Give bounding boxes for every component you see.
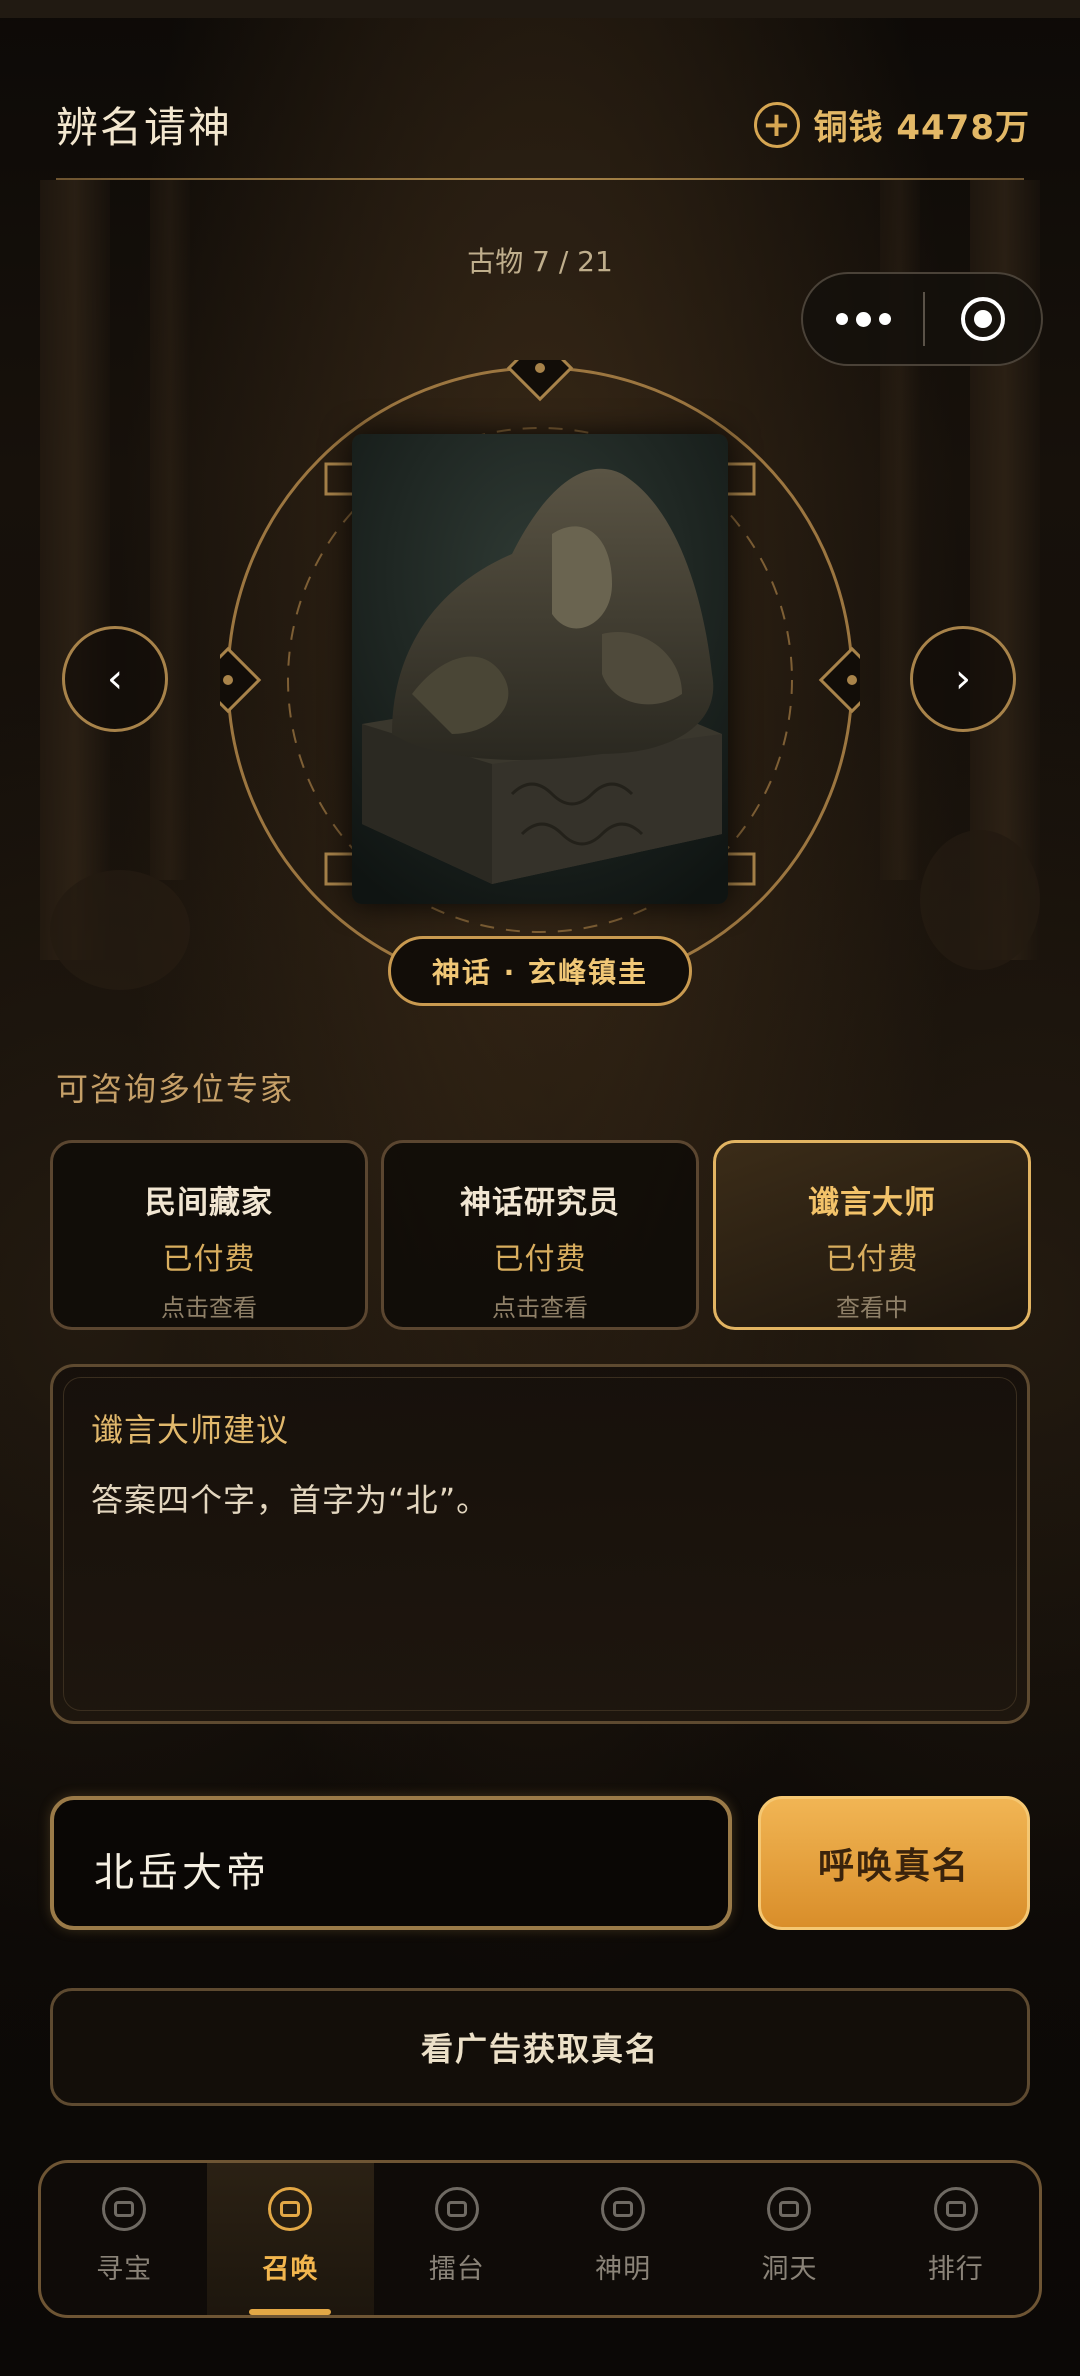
experts-section-label: 可咨询多位专家 xyxy=(56,1070,295,1108)
expert-name: 民间藏家 xyxy=(145,1185,273,1221)
more-menu-button[interactable] xyxy=(803,274,923,364)
summon-icon xyxy=(268,2187,313,2231)
close-miniprogram-button[interactable] xyxy=(925,297,1041,341)
next-artifact-button[interactable]: › xyxy=(910,626,1016,732)
advice-text: 答案四个字，首字为“北”。 xyxy=(91,1481,490,1519)
expert-name: 谶言大师 xyxy=(808,1185,936,1221)
tab-grotto[interactable]: 洞天 xyxy=(706,2163,872,2315)
expert-status: 已付费 xyxy=(162,1242,256,1277)
expert-hint: 查看中 xyxy=(836,1294,908,1322)
target-icon xyxy=(961,297,1005,341)
tab-treasure[interactable]: 寻宝 xyxy=(41,2163,207,2315)
arena-icon xyxy=(434,2187,479,2231)
header-divider xyxy=(56,178,1024,180)
chevron-right-icon: › xyxy=(955,656,971,702)
coin-amount: 铜钱 4478万 xyxy=(813,108,1030,148)
expert-advice-panel: 谶言大师建议 答案四个字，首字为“北”。 xyxy=(50,1364,1030,1724)
answer-input[interactable]: 北岳大帝 xyxy=(50,1796,732,1930)
watch-ad-button[interactable]: 看广告获取真名 xyxy=(50,1988,1030,2106)
tab-label: 洞天 xyxy=(761,2254,818,2285)
tab-ranking[interactable]: 排行 xyxy=(873,2163,1039,2315)
active-tab-indicator xyxy=(249,2309,332,2315)
coin-balance: + 铜钱 4478万 xyxy=(753,100,1030,149)
expert-card-collector[interactable]: 民间藏家 已付费 点击查看 xyxy=(50,1140,368,1330)
treasure-icon xyxy=(102,2187,147,2231)
tab-deities[interactable]: 神明 xyxy=(540,2163,706,2315)
chevron-left-icon: ‹ xyxy=(107,656,123,702)
ranking-icon xyxy=(933,2187,978,2231)
deity-icon xyxy=(601,2187,646,2231)
advice-title: 谶言大师建议 xyxy=(91,1411,290,1449)
summon-button[interactable]: 呼唤真名 xyxy=(758,1796,1030,1930)
bottom-tab-bar: 寻宝 召唤 擂台 神明 洞天 排行 xyxy=(38,2160,1042,2318)
expert-hint: 点击查看 xyxy=(492,1294,588,1322)
answer-input-value: 北岳大帝 xyxy=(94,1850,270,1896)
expert-name: 神话研究员 xyxy=(460,1185,620,1221)
tab-arena[interactable]: 擂台 xyxy=(374,2163,540,2315)
expert-status: 已付费 xyxy=(493,1242,587,1277)
artifact-image xyxy=(352,434,728,904)
tab-label: 神明 xyxy=(595,2254,652,2285)
page-title: 辨名请神 xyxy=(56,103,233,152)
expert-status: 已付费 xyxy=(825,1242,919,1277)
tab-label: 排行 xyxy=(927,2254,984,2285)
tab-label: 寻宝 xyxy=(96,2254,153,2285)
status-bar xyxy=(0,0,1080,18)
expert-card-researcher[interactable]: 神话研究员 已付费 点击查看 xyxy=(381,1140,699,1330)
previous-artifact-button[interactable]: ‹ xyxy=(62,626,168,732)
home-icon xyxy=(767,2187,812,2231)
tab-label: 擂台 xyxy=(428,2254,485,2285)
expert-hint: 点击查看 xyxy=(161,1294,257,1322)
expert-card-prophet[interactable]: 谶言大师 已付费 查看中 xyxy=(713,1140,1031,1330)
miniprogram-capsule xyxy=(801,272,1043,366)
add-coins-icon[interactable]: + xyxy=(753,101,800,148)
tab-summon[interactable]: 召唤 xyxy=(207,2163,374,2315)
artifact-name-badge: 神话 · 玄峰镇圭 xyxy=(388,936,692,1006)
tab-label: 召唤 xyxy=(262,2254,319,2285)
